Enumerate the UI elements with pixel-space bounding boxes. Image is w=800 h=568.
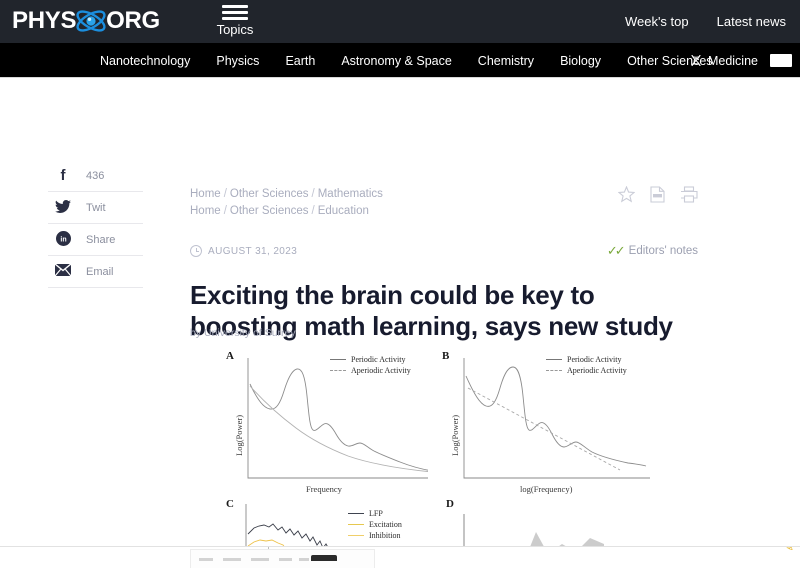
star-icon[interactable] <box>617 185 636 208</box>
strip-panel[interactable] <box>190 549 375 568</box>
linkedin-icon: in <box>48 230 78 249</box>
breadcrumb-row-2: Home / Other Sciences / Education <box>190 203 383 220</box>
strip-tick <box>251 558 269 561</box>
nav-right-group: Medicine <box>690 43 792 78</box>
facebook-count: 436 <box>86 169 105 182</box>
article-meta: AUGUST 31, 2023 ✓✓ Editors' notes <box>190 243 698 259</box>
svg-text:in: in <box>60 236 66 243</box>
editors-notes-button[interactable]: ✓✓ Editors' notes <box>607 243 698 259</box>
printer-icon[interactable] <box>680 186 698 208</box>
twitter-label: Twit <box>86 201 106 214</box>
share-linkedin[interactable]: in Share <box>48 224 143 256</box>
email-icon <box>48 263 78 279</box>
dna-icon <box>690 54 702 67</box>
nav-item-physics[interactable]: Physics <box>216 54 259 68</box>
article-actions <box>617 185 698 208</box>
nav-item-biology[interactable]: Biology <box>560 54 601 68</box>
pdf-file-icon[interactable] <box>650 186 665 208</box>
category-nav-list: Nanotechnology Physics Earth Astronomy &… <box>100 43 713 78</box>
hamburger-icon <box>222 5 248 20</box>
strip-thumbnail <box>311 555 337 561</box>
strip-tick <box>279 558 292 561</box>
strip-tick <box>199 558 213 561</box>
breadcrumb-row-1: Home / Other Sciences / Mathematics <box>190 186 383 203</box>
category-nav-bar: Nanotechnology Physics Earth Astronomy &… <box>0 43 800 78</box>
share-twitter[interactable]: Twit <box>48 192 143 224</box>
panel-b-plot <box>463 358 650 479</box>
top-bar-links: Week's top Latest news <box>625 0 786 43</box>
search-input[interactable] <box>770 54 792 67</box>
publish-date-group: AUGUST 31, 2023 <box>190 245 297 257</box>
breadcrumb-education[interactable]: Education <box>318 205 369 217</box>
linkedin-label: Share <box>86 233 116 246</box>
breadcrumb-sep: / <box>223 188 227 200</box>
cursor-icon: ✎ <box>783 546 794 554</box>
bottom-overlay-strip: ✎ <box>0 546 800 568</box>
site-logo[interactable]: PHYS ORG <box>12 4 160 38</box>
share-email[interactable]: Email <box>48 256 143 288</box>
page-body: f 436 Twit in Share Email Home / Other Sci… <box>0 78 800 568</box>
link-latest-news[interactable]: Latest news <box>717 14 786 29</box>
logo-text-phys: PHYS <box>12 7 77 34</box>
facebook-icon: f <box>60 167 66 184</box>
panel-a-plot <box>247 358 436 479</box>
editors-notes-label: Editors' notes <box>628 245 698 257</box>
topics-label: Topics <box>216 22 254 37</box>
breadcrumb-other-sciences-1[interactable]: Other Sciences <box>230 188 309 200</box>
social-share-rail: f 436 Twit in Share Email <box>48 160 143 288</box>
strip-tick <box>299 558 309 561</box>
twitter-icon <box>48 199 78 216</box>
article-figure[interactable]: A Log(Power) Frequency Periodic Activity… <box>210 346 680 568</box>
figure-panel-b: B Log(Power) log(Frequency) Periodic Act… <box>428 346 658 496</box>
nav-item-astronomy-space[interactable]: Astronomy & Space <box>341 54 451 68</box>
double-check-icon: ✓✓ <box>606 243 626 258</box>
topics-menu-button[interactable]: Topics <box>200 3 270 37</box>
share-facebook[interactable]: f 436 <box>48 160 143 192</box>
breadcrumb: Home / Other Sciences / Mathematics Home / Oth… <box>190 186 383 219</box>
figure-panel-a: A Log(Power) Frequency Periodic Activity… <box>218 346 443 496</box>
strip-tick <box>223 558 241 561</box>
email-label: Email <box>86 265 114 278</box>
top-bar: PHYS ORG Topics Week's top Latest news <box>0 0 800 43</box>
nav-item-nanotechnology[interactable]: Nanotechnology <box>100 54 190 68</box>
publish-date: AUGUST 31, 2023 <box>208 245 298 257</box>
article-byline: by University of Surrey <box>190 327 296 339</box>
breadcrumb-home-2[interactable]: Home <box>190 205 221 217</box>
link-weeks-top[interactable]: Week's top <box>625 14 689 29</box>
breadcrumb-sep: / <box>311 204 315 217</box>
breadcrumb-mathematics[interactable]: Mathematics <box>318 188 383 200</box>
clock-icon <box>190 245 202 257</box>
nav-item-chemistry[interactable]: Chemistry <box>478 54 534 68</box>
atom-icon <box>74 5 108 37</box>
breadcrumb-sep: / <box>223 204 227 217</box>
nav-item-medicine[interactable]: Medicine <box>708 54 758 68</box>
breadcrumb-other-sciences-2[interactable]: Other Sciences <box>230 205 309 217</box>
nav-item-earth[interactable]: Earth <box>285 54 315 68</box>
breadcrumb-sep: / <box>311 188 315 200</box>
logo-text-org: ORG <box>106 7 160 34</box>
breadcrumb-home-1[interactable]: Home <box>190 188 221 200</box>
